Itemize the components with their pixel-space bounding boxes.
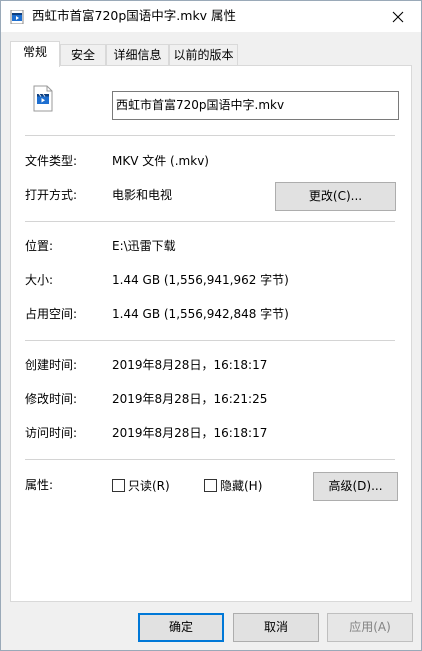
cancel-button[interactable]: 取消 (233, 613, 319, 642)
general-panel: 西虹市首富720p国语中字.mkv 文件类型: MKV 文件 (.mkv) 打开… (10, 65, 412, 602)
close-icon (392, 11, 404, 22)
accessed-label: 访问时间: (25, 426, 78, 440)
open-with-label: 打开方式: (25, 188, 78, 202)
ok-button[interactable]: 确定 (138, 613, 224, 642)
checkbox-box[interactable] (204, 479, 217, 492)
size-label: 大小: (25, 273, 54, 287)
video-file-icon (10, 10, 24, 24)
checkbox-box[interactable] (112, 479, 125, 492)
location-value: E:\迅雷下载 (112, 239, 176, 253)
readonly-checkbox[interactable]: 只读(R) (112, 477, 170, 494)
tab-general[interactable]: 常规 (10, 41, 60, 67)
size-value: 1.44 GB (1,556,941,962 字节) (112, 273, 289, 287)
modified-value: 2019年8月28日，16:21:25 (112, 392, 268, 406)
location-label: 位置: (25, 239, 54, 253)
properties-window: 西虹市首富720p国语中字.mkv 属性 常规 安全 详细信息 以前的版本 西虹… (0, 0, 422, 651)
title-bar[interactable]: 西虹市首富720p国语中字.mkv 属性 (1, 1, 421, 32)
readonly-label: 只读(R) (128, 479, 170, 493)
hidden-checkbox[interactable]: 隐藏(H) (204, 477, 262, 494)
separator (25, 221, 395, 222)
size-on-disk-label: 占用空间: (25, 307, 78, 321)
accessed-value: 2019年8月28日，16:18:17 (112, 426, 268, 440)
open-with-value: 电影和电视 (112, 188, 173, 202)
attributes-label: 属性: (25, 478, 54, 492)
tab-security[interactable]: 安全 (60, 44, 106, 66)
change-button[interactable]: 更改(C)... (275, 182, 396, 211)
file-type-value: MKV 文件 (.mkv) (112, 154, 209, 168)
close-button[interactable] (375, 1, 421, 32)
hidden-label: 隐藏(H) (220, 479, 263, 493)
video-file-icon (33, 85, 53, 112)
tab-details[interactable]: 详细信息 (106, 44, 169, 66)
created-label: 创建时间: (25, 358, 78, 372)
separator (25, 135, 395, 136)
tab-previous-versions[interactable]: 以前的版本 (169, 44, 238, 66)
advanced-button[interactable]: 高级(D)... (313, 472, 398, 501)
created-value: 2019年8月28日，16:18:17 (112, 358, 268, 372)
file-name-input[interactable]: 西虹市首富720p国语中字.mkv (112, 91, 399, 120)
modified-label: 修改时间: (25, 392, 78, 406)
separator (25, 459, 395, 460)
apply-button[interactable]: 应用(A) (327, 613, 413, 642)
separator (25, 340, 395, 341)
file-type-label: 文件类型: (25, 154, 78, 168)
size-on-disk-value: 1.44 GB (1,556,942,848 字节) (112, 307, 289, 321)
window-title: 西虹市首富720p国语中字.mkv 属性 (32, 8, 237, 23)
